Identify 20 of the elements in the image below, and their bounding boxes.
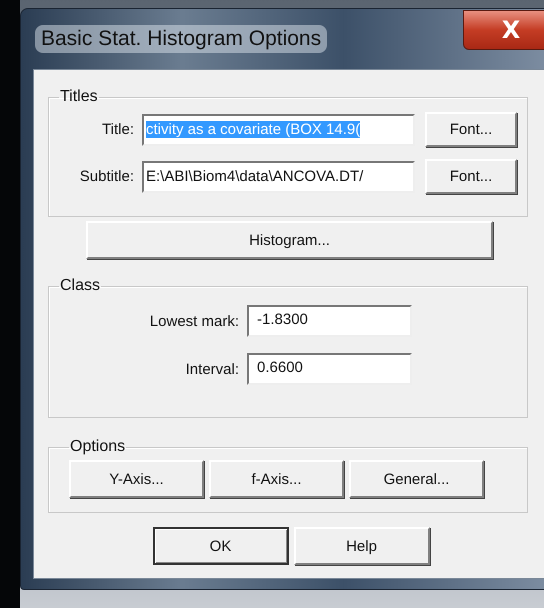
close-button[interactable]: X [463, 10, 544, 50]
option-button[interactable]: Y-Axis... [69, 460, 204, 498]
field-label: Title: [101, 121, 134, 138]
dialog-button[interactable]: OK [152, 527, 288, 565]
group-legend: Class [59, 277, 102, 295]
dialog-button[interactable]: Help [294, 527, 430, 565]
font-button[interactable]: Font... [425, 112, 517, 147]
group-legend: Options [69, 438, 126, 456]
text-field[interactable]: E:\ABI\Biom4\data\ANCOVA.DT/ [142, 160, 415, 192]
field-label: Lowest mark: [148, 312, 239, 330]
histogram-button[interactable]: Histogram... [86, 221, 493, 259]
option-button[interactable]: General... [349, 460, 484, 498]
window-title: Basic Stat. Histogram Options [35, 25, 328, 53]
field-label: Subtitle: [78, 168, 134, 185]
field-label: Interval: [184, 360, 239, 378]
number-field[interactable]: 0.6600 [247, 353, 412, 385]
font-button[interactable]: Font... [425, 159, 517, 194]
option-button[interactable]: f-Axis... [209, 460, 344, 498]
number-field[interactable]: -1.8300 [247, 305, 412, 337]
group-legend: Titles [59, 88, 99, 106]
